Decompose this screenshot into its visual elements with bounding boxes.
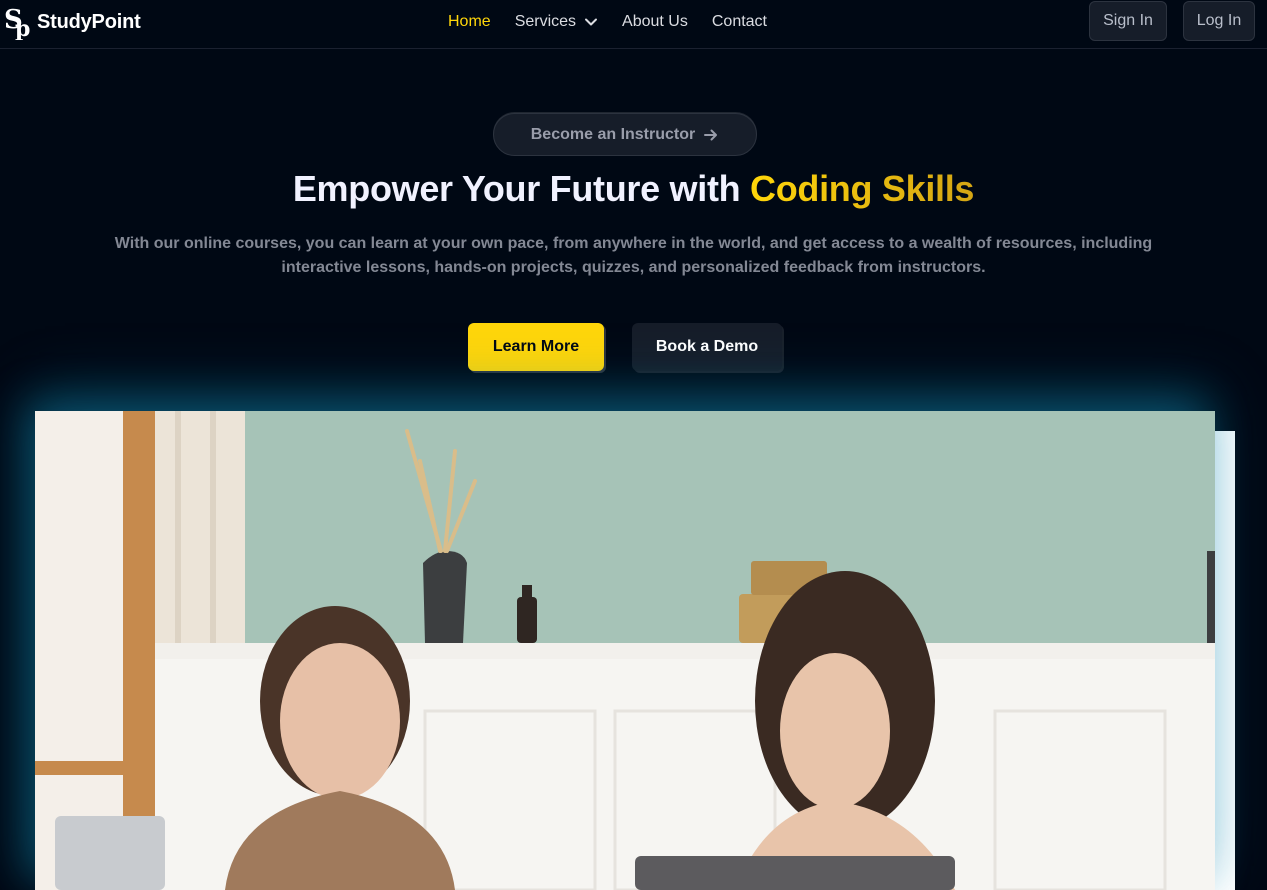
brand-name: StudyPoint: [37, 10, 141, 33]
learn-more-button[interactable]: Learn More: [468, 323, 604, 371]
svg-text:p: p: [15, 16, 30, 40]
top-navbar: S p StudyPoint Home Services About Us Co…: [0, 0, 1267, 49]
nav-link-services-label: Services: [514, 13, 577, 30]
chevron-down-icon: [585, 18, 598, 26]
arrow-right-icon: [704, 129, 718, 140]
hero-title-highlight: Coding Skills: [750, 168, 975, 209]
log-in-button[interactable]: Log In: [1183, 1, 1255, 41]
nav-link-services[interactable]: Services: [515, 13, 598, 31]
book-demo-button[interactable]: Book a Demo: [632, 323, 782, 371]
become-instructor-button[interactable]: Become an Instructor: [493, 113, 757, 156]
nav-link-about-us[interactable]: About Us: [622, 13, 688, 31]
nav-link-home[interactable]: Home: [448, 13, 491, 31]
hero-title: Empower Your Future with Coding Skills: [0, 168, 1267, 210]
video-frame-illustration: [35, 411, 1215, 890]
hero-video[interactable]: [35, 411, 1215, 890]
brand-logo[interactable]: S p StudyPoint: [3, 4, 141, 40]
sp-monogram-icon: S p: [4, 5, 30, 40]
hero-subtitle: With our online courses, you can learn a…: [114, 235, 1153, 276]
sign-in-button[interactable]: Sign In: [1089, 1, 1167, 41]
nav-link-contact[interactable]: Contact: [712, 13, 767, 31]
become-instructor-label: Become an Instructor: [530, 125, 696, 143]
main-nav: Home Services About Us Contact: [448, 0, 767, 44]
hero-title-prefix: Empower Your Future with: [292, 168, 751, 209]
